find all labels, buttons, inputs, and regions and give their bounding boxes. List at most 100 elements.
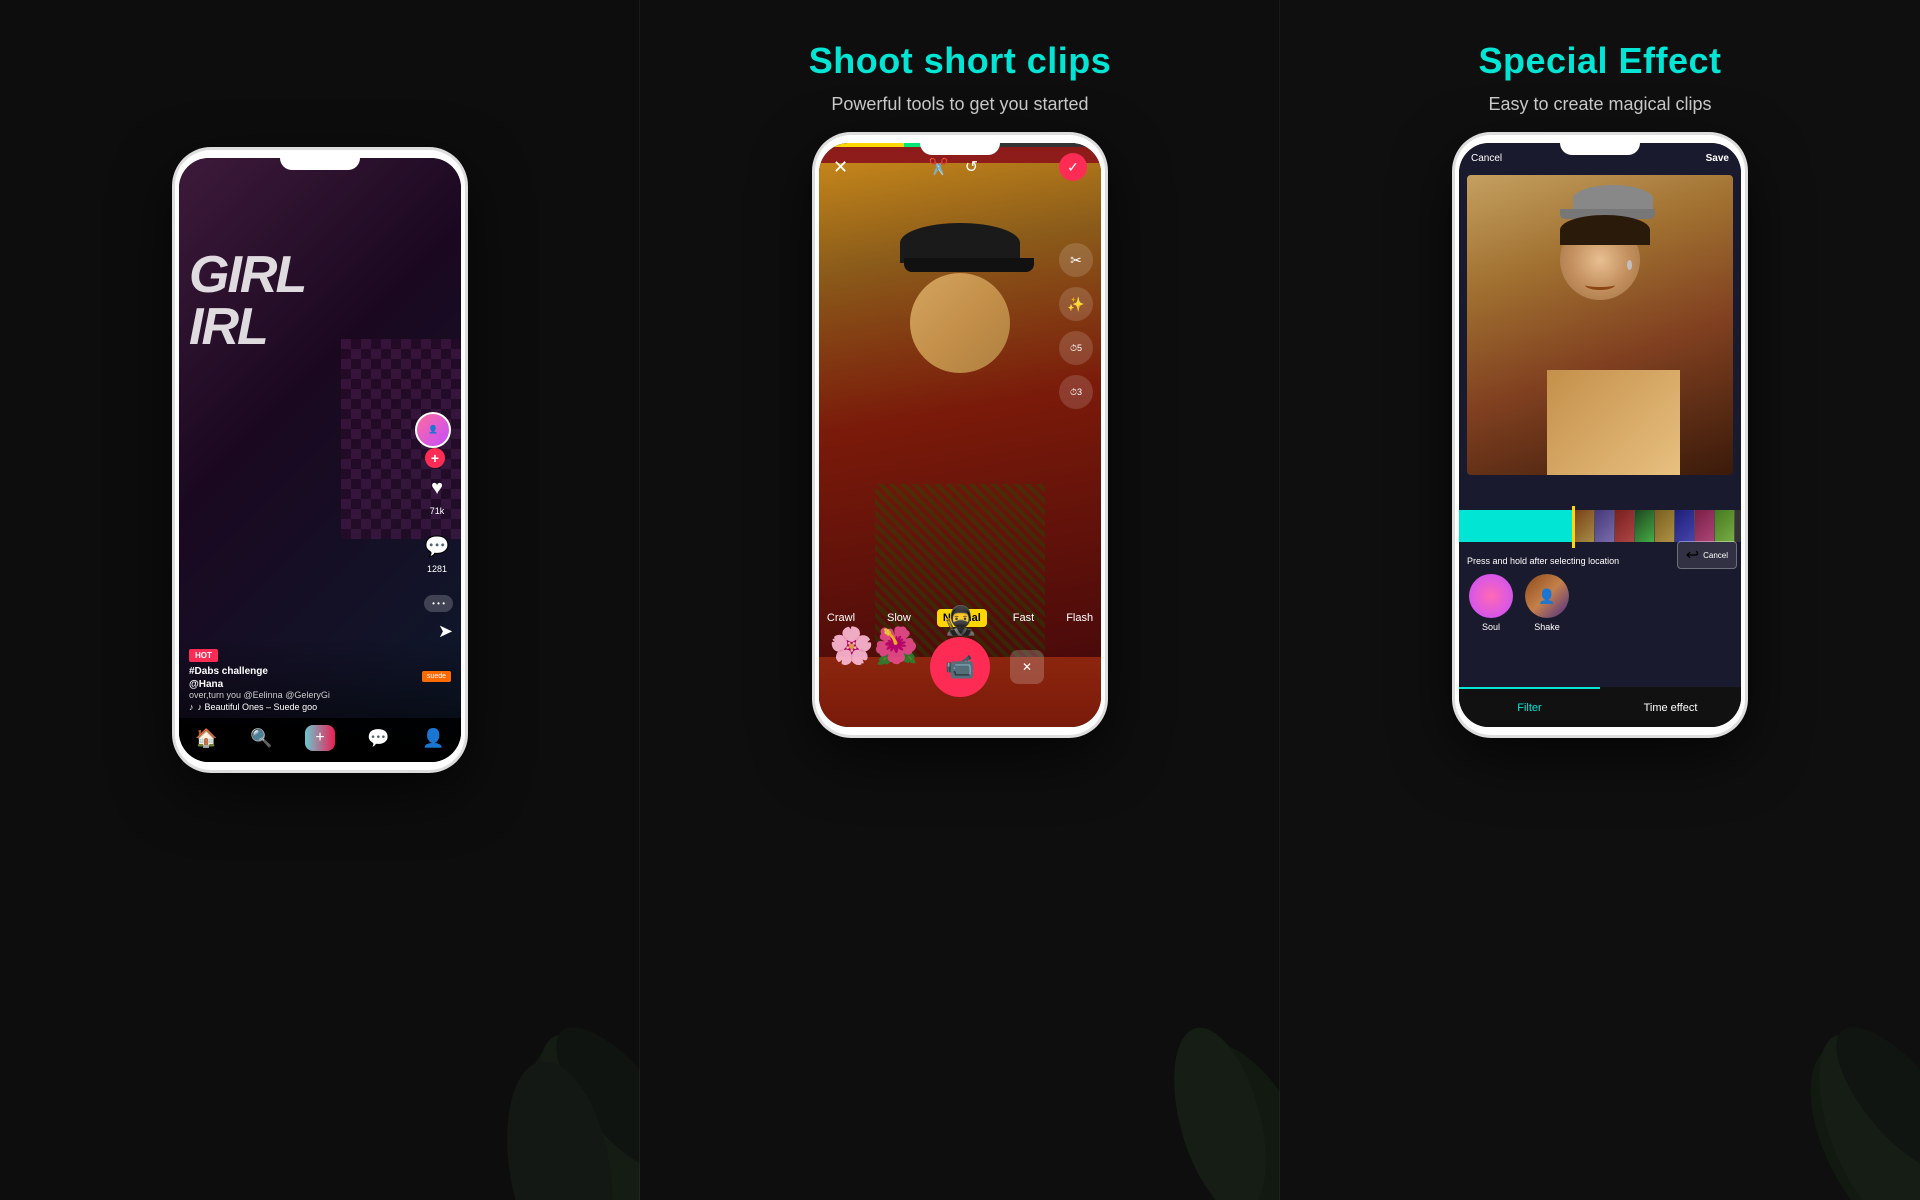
- center-panel-header: Shoot short clips Powerful tools to get …: [809, 0, 1112, 135]
- center-title: Shoot short clips: [809, 40, 1112, 82]
- bottom-nav: 🏠 🔍 + 💬 👤: [179, 718, 461, 762]
- panel-divider-left: [639, 0, 640, 1200]
- nav-home[interactable]: 🏠: [195, 728, 217, 749]
- right-panel-header: Special Effect Easy to create magical cl…: [1478, 0, 1721, 135]
- camera-effects-icon[interactable]: ✂️: [929, 157, 949, 177]
- speed-flash[interactable]: Flash: [1060, 609, 1099, 627]
- thumb-2: [1595, 510, 1615, 542]
- description-text: over,turn you @Eelinna @GeleryGi: [189, 690, 451, 700]
- thumb-6: [1675, 510, 1695, 542]
- shake-filter-circle: 👤: [1525, 574, 1569, 618]
- thumb-4: [1635, 510, 1655, 542]
- hot-badge: HOT: [189, 649, 218, 662]
- thumb-1: [1575, 510, 1595, 542]
- filter-shake-item[interactable]: 👤 Shake: [1525, 574, 1569, 632]
- camera-confirm-button[interactable]: ✓: [1059, 153, 1087, 181]
- timeline-cyan-section: [1459, 510, 1572, 542]
- phone-screen-right: Cancel Save: [1459, 143, 1741, 727]
- song-name: ♪ Beautiful Ones – Suede goo: [198, 702, 318, 712]
- camera-topbar: ✕ ✂️ ↺ ✓: [819, 153, 1101, 181]
- ninja-tools-icon: 🥷: [940, 600, 980, 640]
- effects-bottom-tabs: Filter Time effect: [1459, 687, 1741, 727]
- suede-tag: suede: [422, 671, 451, 682]
- soul-filter-circle: [1469, 574, 1513, 618]
- effects-cancel-label[interactable]: Cancel: [1471, 153, 1502, 164]
- camera-rotate-icon[interactable]: ↺: [965, 157, 978, 177]
- thumb-7: [1695, 510, 1715, 542]
- phone-mockup-right: Cancel Save: [1455, 135, 1745, 735]
- tab-time-effect[interactable]: Time effect: [1600, 687, 1741, 727]
- timeline-strip: [1459, 510, 1741, 542]
- username-text: @Hana: [189, 679, 451, 690]
- preview-body: [1547, 370, 1680, 475]
- preview-face-area: [1467, 175, 1733, 475]
- tab-filter[interactable]: Filter: [1459, 687, 1600, 727]
- camera-capture-area: 📹 ✕: [819, 637, 1101, 697]
- camera-effects-buttons: ✂️ ↺: [929, 157, 978, 177]
- cancel-x-icon[interactable]: ✕: [1022, 660, 1032, 674]
- like-icon-item[interactable]: ♥ 71k: [421, 472, 453, 516]
- thumb-3: [1615, 510, 1635, 542]
- phone-notch-right: [1560, 135, 1640, 155]
- filter-items-row: Soul 👤 Shake: [1459, 574, 1741, 632]
- phone-notch-center: [920, 135, 1000, 155]
- effects-cancel-small-button[interactable]: ↩ Cancel: [1677, 541, 1737, 569]
- tool-magic[interactable]: ✨: [1059, 287, 1093, 321]
- video-preview-area: [1467, 175, 1733, 475]
- nav-discover[interactable]: 🔍: [250, 728, 272, 749]
- song-text: ♪ ♪ Beautiful Ones – Suede goo: [189, 702, 451, 712]
- face-skin: [910, 273, 1010, 373]
- comment-icon[interactable]: 💬: [421, 530, 453, 562]
- effects-status-area: Press and hold after selecting location: [1467, 551, 1661, 569]
- right-title: Special Effect: [1478, 40, 1721, 82]
- avatar-right: 👤: [415, 412, 451, 448]
- preview-smile: [1585, 280, 1615, 290]
- filter-soul-item[interactable]: Soul: [1469, 574, 1513, 632]
- nav-messages[interactable]: 💬: [367, 728, 389, 749]
- nav-add-button[interactable]: +: [305, 725, 334, 751]
- phone-mockup-center: ✕ ✂️ ↺ ✓ 🌸�: [815, 135, 1105, 735]
- video-preview-inner: [1467, 175, 1733, 475]
- camera-tools: ✂ ✨ ⏱5 ⏱3: [1059, 243, 1093, 409]
- phone-screen-left: GIRLIRL 👤 + ♥ 71k 💬 1281: [179, 158, 461, 762]
- shake-filter-label: Shake: [1534, 622, 1560, 632]
- effects-cancel-btn-text: Cancel: [1703, 551, 1728, 560]
- tool-timer3[interactable]: ⏱3: [1059, 375, 1093, 409]
- music-note-icon: ♪: [189, 702, 194, 712]
- phone-screen-center: ✕ ✂️ ↺ ✓ 🌸�: [819, 143, 1101, 727]
- hashtag-text: #Dabs challenge: [189, 666, 451, 677]
- panel-left: GIRLIRL 👤 + ♥ 71k 💬 1281: [0, 0, 640, 1200]
- capture-button[interactable]: 📹: [930, 637, 990, 697]
- timeline-thumbnails: [1575, 510, 1741, 542]
- preview-earring: [1627, 260, 1632, 270]
- progress-yellow: [819, 143, 904, 147]
- speed-crawl[interactable]: Crawl: [821, 609, 861, 627]
- speed-slow[interactable]: Slow: [881, 609, 917, 627]
- girl-text-overlay: GIRLIRL: [189, 249, 305, 353]
- camera-close-button[interactable]: ✕: [833, 157, 848, 178]
- like-count: 71k: [430, 506, 445, 516]
- preview-hair: [1560, 215, 1650, 245]
- cap-top: [900, 223, 1020, 263]
- feed-icons: ♥ 71k 💬 1281: [421, 472, 453, 574]
- undo-icon: ↩: [1686, 545, 1699, 565]
- speed-fast[interactable]: Fast: [1007, 609, 1040, 627]
- follow-plus-button[interactable]: +: [425, 448, 445, 468]
- effects-save-label[interactable]: Save: [1706, 153, 1729, 164]
- panel-center: Shoot short clips Powerful tools to get …: [640, 0, 1280, 1200]
- tool-scissors[interactable]: ✂: [1059, 243, 1093, 277]
- phone-notch-left: [280, 150, 360, 170]
- nav-add[interactable]: +: [305, 725, 334, 751]
- phone-mockup-left: GIRLIRL 👤 + ♥ 71k 💬 1281: [175, 150, 465, 770]
- thumb-8: [1715, 510, 1735, 542]
- heart-icon[interactable]: ♥: [421, 472, 453, 504]
- comment-count: 1281: [427, 564, 447, 574]
- camera-person-area: [819, 163, 1101, 657]
- comment-icon-item[interactable]: 💬 1281: [421, 530, 453, 574]
- gallery-button[interactable]: ✕: [1010, 650, 1044, 684]
- timeline-marker: [1572, 506, 1575, 548]
- tool-timer5[interactable]: ⏱5: [1059, 331, 1093, 365]
- thumb-5: [1655, 510, 1675, 542]
- effects-status-text: Press and hold after selecting location: [1467, 556, 1619, 566]
- nav-profile[interactable]: 👤: [422, 728, 444, 749]
